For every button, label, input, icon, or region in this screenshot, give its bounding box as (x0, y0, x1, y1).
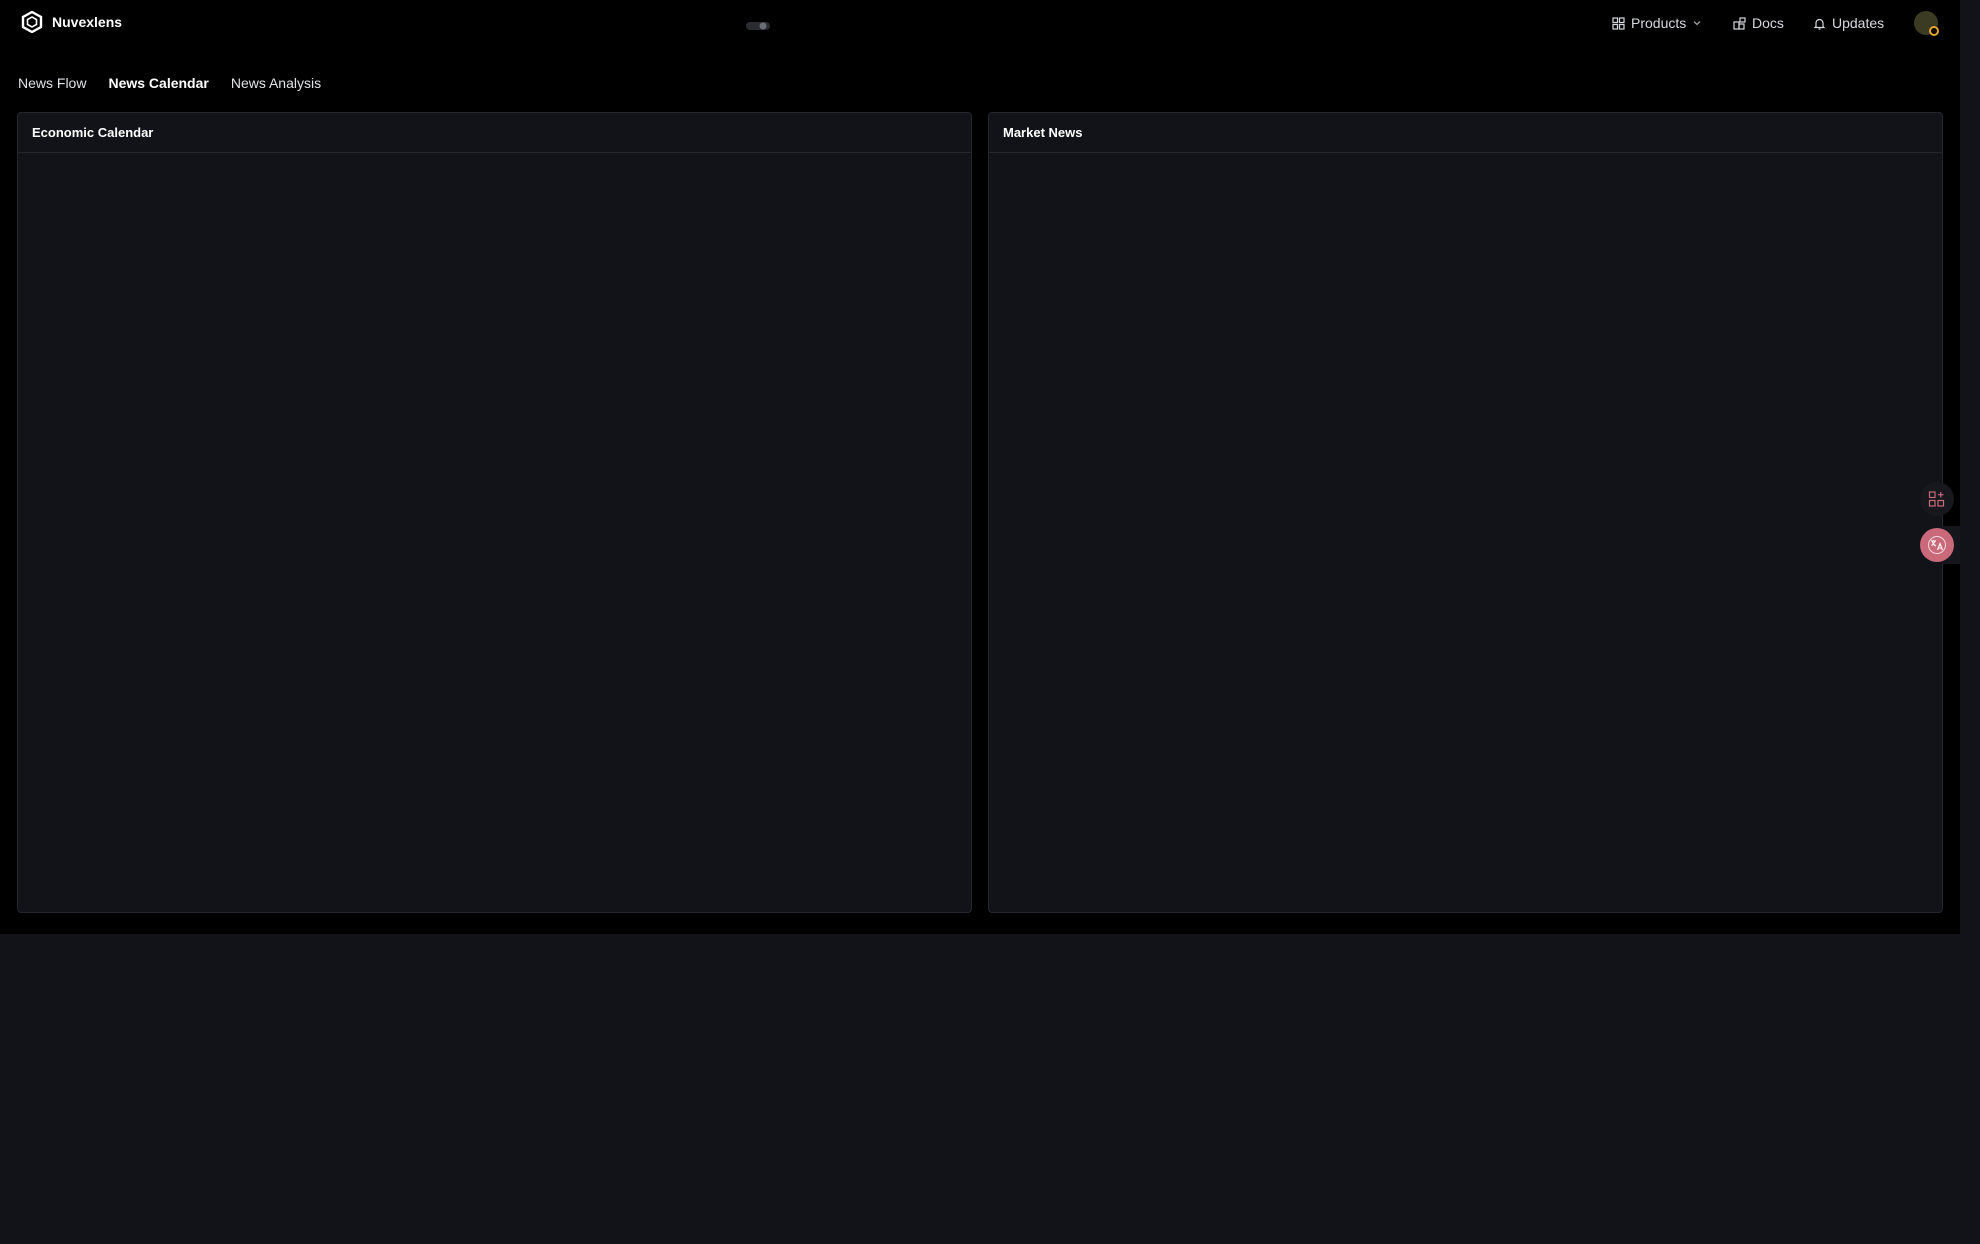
brand-name[interactable]: Nuvexlens (52, 14, 122, 30)
widgets-button[interactable] (1920, 482, 1954, 516)
panel-header: Market News (989, 113, 1942, 153)
status-dot (1929, 26, 1939, 36)
docs-icon (1733, 16, 1746, 30)
app-window: Nuvexlens Products Docs Updates News Flo… (0, 0, 1960, 934)
products-label: Products (1631, 15, 1687, 31)
panel-title: Economic Calendar (32, 125, 154, 140)
updates-label: Updates (1832, 15, 1885, 31)
top-header: Nuvexlens Products Docs Updates (0, 0, 1960, 46)
docs-link[interactable]: Docs (1733, 13, 1784, 33)
bell-icon (1813, 18, 1826, 30)
tab-news-analysis[interactable]: News Analysis (231, 73, 321, 93)
news-tabs: News Flow News Calendar News Analysis (18, 73, 321, 93)
panel-body (18, 153, 971, 912)
market-news-panel: Market News (988, 112, 1943, 913)
translate-icon (1928, 536, 1946, 554)
toggle-icon[interactable] (746, 20, 770, 32)
apps-add-icon (1928, 491, 1945, 507)
panel-header: Economic Calendar (18, 113, 971, 153)
updates-link[interactable]: Updates (1813, 13, 1884, 33)
translate-button[interactable] (1920, 528, 1954, 562)
chevron-down-icon (1693, 21, 1701, 26)
economic-calendar-panel: Economic Calendar (17, 112, 972, 913)
scrollbar-track[interactable] (1960, 0, 1980, 934)
docs-label: Docs (1752, 15, 1784, 31)
panel-title: Market News (1003, 125, 1083, 140)
logo-icon[interactable] (21, 11, 43, 33)
tab-news-calendar[interactable]: News Calendar (108, 73, 208, 93)
tab-news-flow[interactable]: News Flow (18, 73, 86, 93)
products-menu[interactable]: Products (1612, 13, 1702, 33)
panel-body (989, 153, 1942, 912)
grid-icon (1612, 16, 1625, 30)
